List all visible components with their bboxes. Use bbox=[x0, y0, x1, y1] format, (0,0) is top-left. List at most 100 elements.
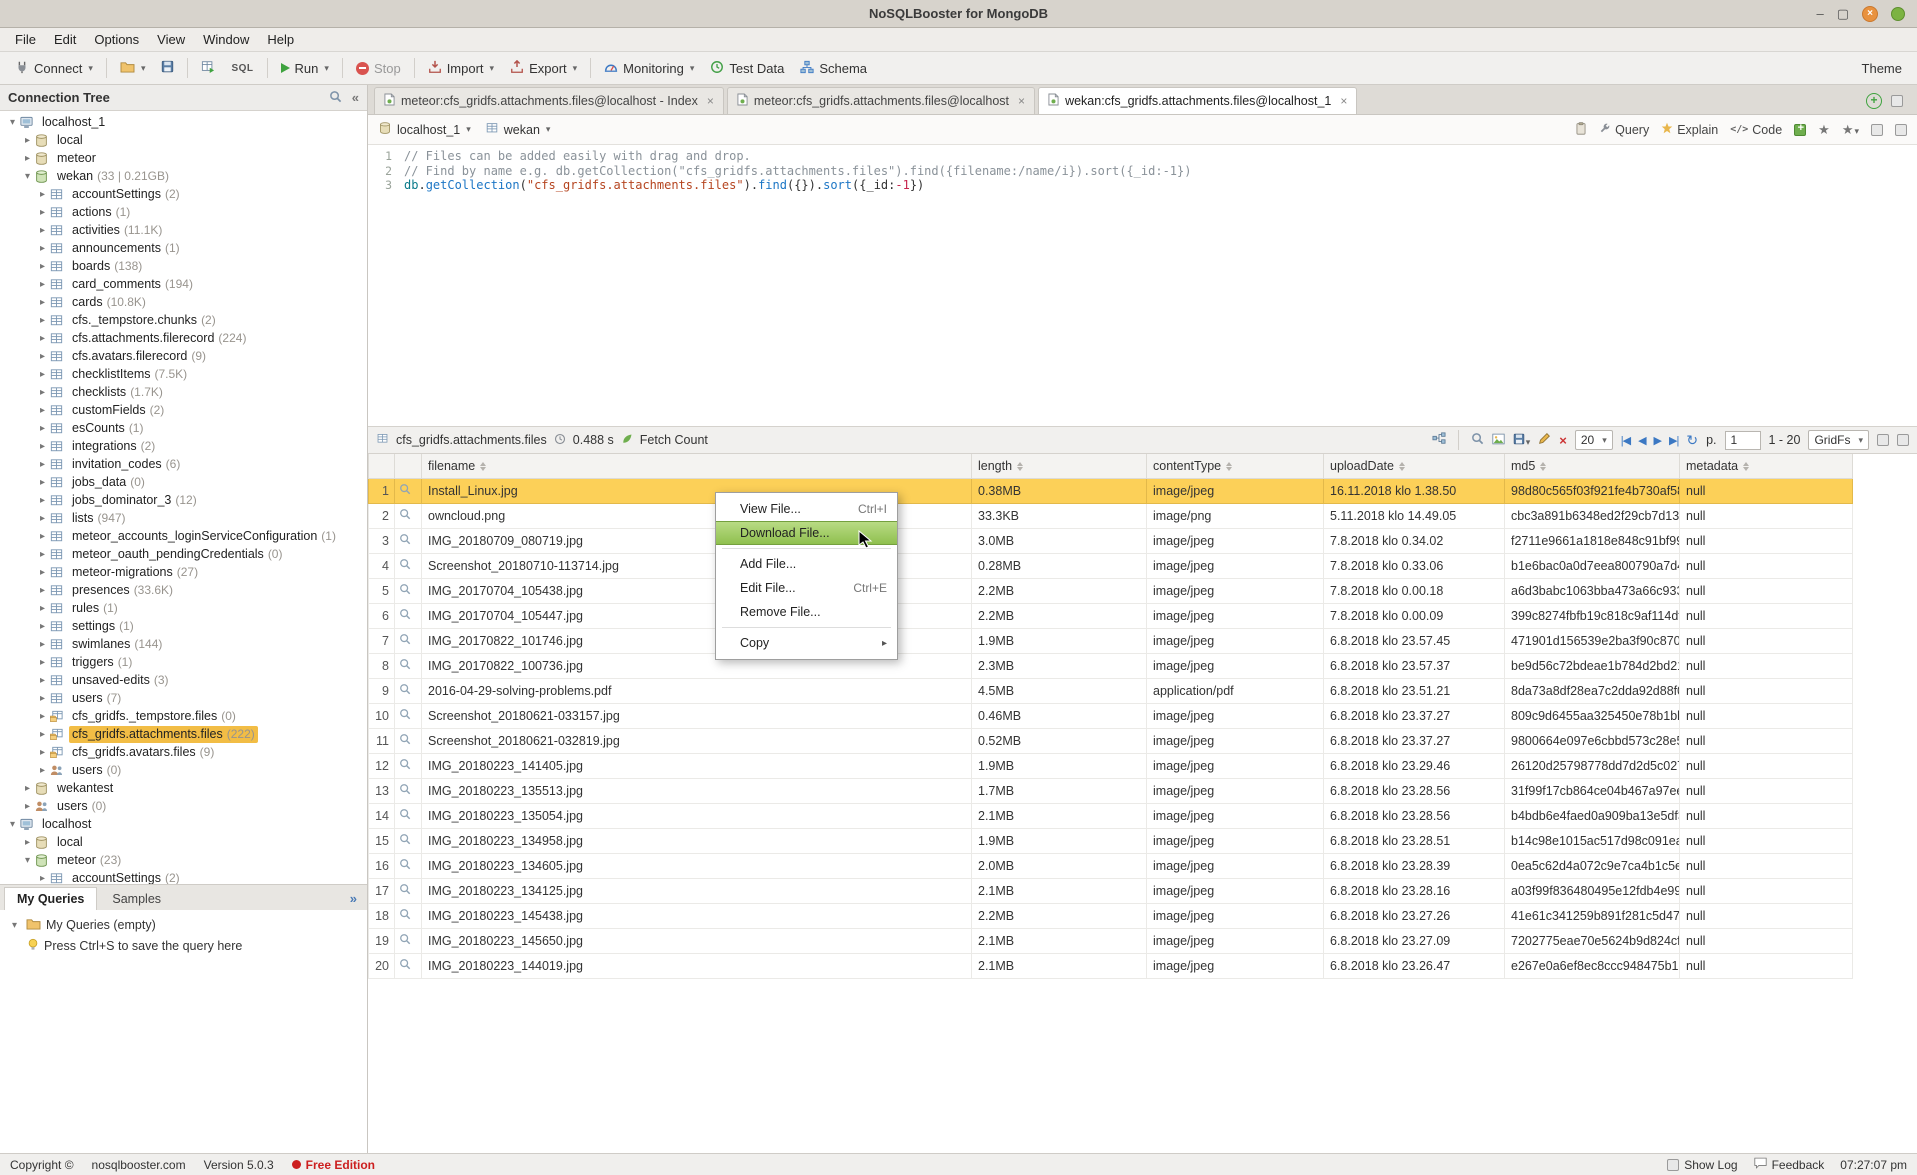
tree-item[interactable]: ▸accountSettings(2) bbox=[0, 869, 367, 884]
cell-md5[interactable]: a03f99f836480495e12fdb4e991 bbox=[1505, 878, 1680, 903]
connect-button[interactable]: Connect▾ bbox=[8, 56, 100, 81]
open-file-button[interactable]: ▾ bbox=[113, 56, 153, 80]
cell-contentType[interactable]: image/jpeg bbox=[1147, 953, 1324, 978]
cell-metadata[interactable]: null bbox=[1680, 878, 1853, 903]
sql-button[interactable]: SQL bbox=[224, 59, 260, 78]
tree-item-label[interactable]: cfs_gridfs.avatars.files(9) bbox=[69, 744, 217, 761]
tree-expander-icon[interactable]: ▸ bbox=[36, 225, 49, 236]
cell-md5[interactable]: b1e6bac0a0d7eea800790a7d47 bbox=[1505, 553, 1680, 578]
tree-expander-icon[interactable]: ▸ bbox=[36, 657, 49, 668]
menu-item-file[interactable]: File bbox=[6, 29, 45, 50]
tree-item[interactable]: ▸meteor-migrations(27) bbox=[0, 563, 367, 581]
tree-expander-icon[interactable]: ▸ bbox=[36, 495, 49, 506]
tree-expander-icon[interactable]: ▸ bbox=[36, 297, 49, 308]
tree-expander-icon[interactable]: ▸ bbox=[36, 513, 49, 524]
tree-item[interactable]: ▸settings(1) bbox=[0, 617, 367, 635]
tree-expander-icon[interactable]: ▸ bbox=[36, 693, 49, 704]
tree-item[interactable]: ▸users(0) bbox=[0, 761, 367, 779]
cell-metadata[interactable]: null bbox=[1680, 828, 1853, 853]
tree-expander-icon[interactable]: ▸ bbox=[36, 459, 49, 470]
cell-contentType[interactable]: image/jpeg bbox=[1147, 803, 1324, 828]
view-file-icon[interactable] bbox=[399, 709, 411, 723]
tree-expander-icon[interactable]: ▸ bbox=[36, 369, 49, 380]
column-header-metadata[interactable]: metadata bbox=[1680, 454, 1853, 478]
cell-contentType[interactable]: image/jpeg bbox=[1147, 628, 1324, 653]
tree-expander-icon[interactable]: ▸ bbox=[36, 351, 49, 362]
tree-item-label[interactable]: checklists(1.7K) bbox=[69, 384, 166, 401]
tree-expander-icon[interactable]: ▸ bbox=[36, 315, 49, 326]
cell-uploadDate[interactable]: 7.8.2018 klo 0.00.09 bbox=[1324, 603, 1505, 628]
run-button[interactable]: Run▾ bbox=[274, 57, 336, 80]
view-file-icon[interactable] bbox=[399, 534, 411, 548]
cell-md5[interactable]: 8da73a8df28ea7c2dda92d88f0c bbox=[1505, 678, 1680, 703]
tree-item-label[interactable]: meteor-migrations(27) bbox=[69, 564, 201, 581]
tree-expander-icon[interactable]: ▸ bbox=[36, 387, 49, 398]
context-menu-item-copy[interactable]: Copy▸ bbox=[716, 631, 897, 655]
tree-expander-icon[interactable]: ▸ bbox=[36, 207, 49, 218]
sidebar-tab-my-queries[interactable]: My Queries bbox=[4, 887, 97, 910]
cell-length[interactable]: 0.28MB bbox=[972, 553, 1147, 578]
tab-list-icon[interactable] bbox=[1891, 95, 1903, 107]
cell-md5[interactable]: 809c9d6455aa325450e78b1bb2 bbox=[1505, 703, 1680, 728]
menu-item-options[interactable]: Options bbox=[85, 29, 148, 50]
export-button[interactable]: Export▾ bbox=[503, 56, 584, 81]
tree-item-label[interactable]: users(0) bbox=[69, 762, 124, 779]
cell-md5[interactable]: 7202775eae70e5624b9d824cff6 bbox=[1505, 928, 1680, 953]
tree-expander-icon[interactable]: ▸ bbox=[36, 747, 49, 758]
tree-expander-icon[interactable]: ▸ bbox=[36, 639, 49, 650]
tree-item[interactable]: ▸cfs.avatars.filerecord(9) bbox=[0, 347, 367, 365]
context-menu-item-remove-file[interactable]: Remove File... bbox=[716, 600, 897, 624]
tree-item[interactable]: ▸boards(138) bbox=[0, 257, 367, 275]
cell-length[interactable]: 1.7MB bbox=[972, 778, 1147, 803]
layout-icon[interactable] bbox=[1895, 124, 1907, 136]
close-button[interactable]: × bbox=[1862, 6, 1878, 22]
tree-item[interactable]: ▸wekantest bbox=[0, 779, 367, 797]
tree-expander-icon[interactable]: ▸ bbox=[36, 441, 49, 452]
cell-uploadDate[interactable]: 7.8.2018 klo 0.00.18 bbox=[1324, 578, 1505, 603]
cell-filename[interactable]: Screenshot_20180621-032819.jpg bbox=[422, 728, 972, 753]
cell-uploadDate[interactable]: 6.8.2018 klo 23.51.21 bbox=[1324, 678, 1505, 703]
view-file-icon[interactable] bbox=[399, 509, 411, 523]
column-header-length[interactable]: length bbox=[972, 454, 1147, 478]
view-file-icon[interactable] bbox=[399, 759, 411, 773]
show-log-button[interactable]: Show Log bbox=[1667, 1158, 1737, 1172]
table-row[interactable]: 18IMG_20180223_145438.jpg2.2MBimage/jpeg… bbox=[369, 903, 1853, 928]
view-file-icon[interactable] bbox=[399, 584, 411, 598]
cell-length[interactable]: 2.3MB bbox=[972, 653, 1147, 678]
tree-item[interactable]: ▸ checklists(1.7K) bbox=[0, 383, 367, 401]
paste-icon[interactable] bbox=[1575, 122, 1587, 138]
context-menu-item-add-file[interactable]: Add File... bbox=[716, 552, 897, 576]
tree-item-label[interactable]: integrations(2) bbox=[69, 438, 158, 455]
table-row[interactable]: 12IMG_20180223_141405.jpg1.9MBimage/jpeg… bbox=[369, 753, 1853, 778]
tree-expander-icon[interactable]: ▾ bbox=[6, 819, 19, 830]
cell-length[interactable]: 2.2MB bbox=[972, 903, 1147, 928]
breadcrumb-connection[interactable]: localhost_1 ▾ bbox=[378, 121, 471, 138]
column-header-uploadDate[interactable]: uploadDate bbox=[1324, 454, 1505, 478]
tree-item[interactable]: ▸accountSettings(2) bbox=[0, 185, 367, 203]
table-row[interactable]: 10Screenshot_20180621-033157.jpg0.46MBim… bbox=[369, 703, 1853, 728]
view-file-icon[interactable] bbox=[399, 834, 411, 848]
stop-button[interactable]: Stop bbox=[349, 57, 408, 80]
tree-item-label[interactable]: customFields(2) bbox=[69, 402, 167, 419]
cell-length[interactable]: 0.38MB bbox=[972, 478, 1147, 503]
sort-icon[interactable] bbox=[1017, 462, 1023, 472]
settings-icon[interactable] bbox=[1877, 434, 1889, 446]
tree-item-label[interactable]: meteor_oauth_pendingCredentials(0) bbox=[69, 546, 285, 563]
tree-item[interactable]: ▸ integrations(2) bbox=[0, 437, 367, 455]
editor-tab[interactable]: meteor:cfs_gridfs.attachments.files@loca… bbox=[374, 87, 724, 114]
tree-item-label[interactable]: esCounts(1) bbox=[69, 420, 146, 437]
tree-item-label[interactable]: actions(1) bbox=[69, 204, 133, 221]
tree-item-label[interactable]: presences(33.6K) bbox=[69, 582, 176, 599]
cell-md5[interactable]: 0ea5c62d4a072c9e7ca4b1c5eff bbox=[1505, 853, 1680, 878]
table-row[interactable]: 14IMG_20180223_135054.jpg2.1MBimage/jpeg… bbox=[369, 803, 1853, 828]
last-page-button[interactable]: ▶| bbox=[1669, 434, 1678, 447]
page-size-select[interactable]: 20▾ bbox=[1575, 430, 1613, 450]
tree-item-label[interactable]: boards(138) bbox=[69, 258, 145, 275]
table-row[interactable]: 7IMG_20170822_101746.jpg1.9MBimage/jpeg6… bbox=[369, 628, 1853, 653]
cell-metadata[interactable]: null bbox=[1680, 928, 1853, 953]
cell-length[interactable]: 0.52MB bbox=[972, 728, 1147, 753]
tree-item[interactable]: ▸jobs_dominator_3(12) bbox=[0, 491, 367, 509]
refresh-icon[interactable]: ↻ bbox=[1686, 432, 1698, 449]
cell-filename[interactable]: IMG_20180223_145438.jpg bbox=[422, 903, 972, 928]
add-grid-icon[interactable] bbox=[1794, 124, 1806, 136]
